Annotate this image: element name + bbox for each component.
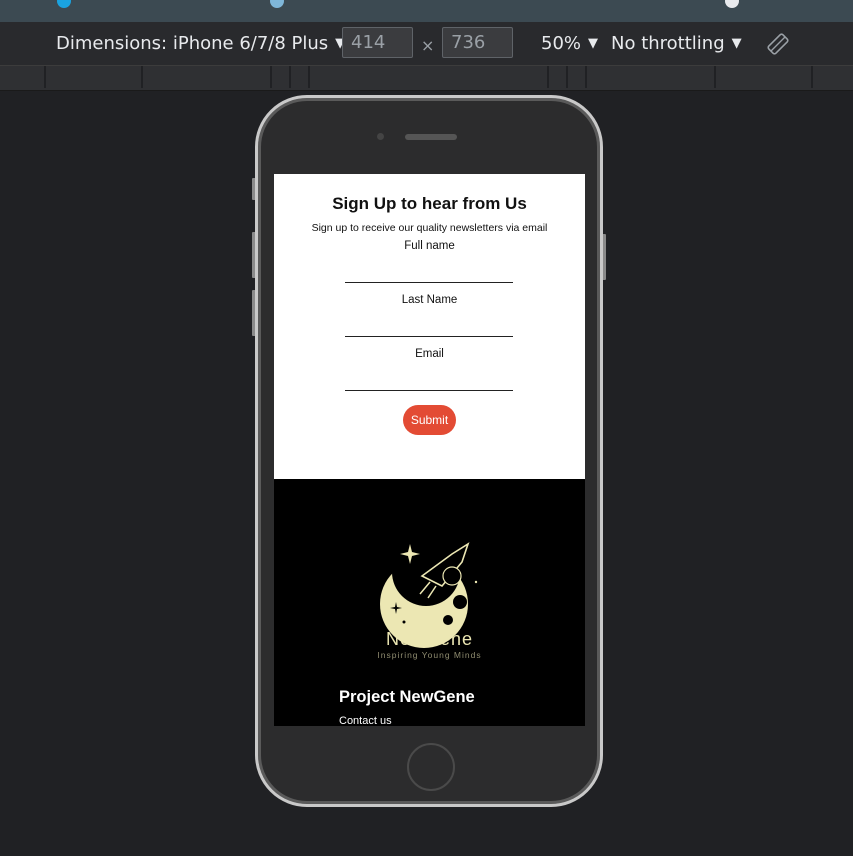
media-query-ruler[interactable] [0, 66, 853, 91]
signup-title: Sign Up to hear from Us [332, 194, 527, 213]
dimensions-dropdown[interactable]: Dimensions: iPhone 6/7/8 Plus ▼ [56, 22, 345, 65]
speaker-grille [405, 134, 457, 140]
chevron-down-icon: ▼ [588, 36, 599, 51]
logo-tagline: Inspiring Young Minds [377, 650, 482, 660]
device-toolbar: Dimensions: iPhone 6/7/8 Plus ▼ × 50% ▼ … [0, 22, 853, 66]
device-screen: Sign Up to hear from Us Sign up to recei… [274, 174, 585, 726]
full-name-label: Full name [404, 240, 455, 252]
full-name-input[interactable] [345, 267, 513, 283]
contact-us-link[interactable]: Contact us [339, 715, 392, 726]
footer: NewGene Inspiring Young Minds Project Ne… [274, 479, 585, 726]
last-name-input[interactable] [345, 321, 513, 337]
logo-name: NewGene [385, 629, 474, 649]
chevron-down-icon: ▼ [731, 36, 742, 51]
email-label: Email [415, 348, 444, 360]
globe-icon [270, 0, 284, 8]
dimensions-label: Dimensions: iPhone 6/7/8 Plus [56, 33, 329, 54]
submit-button[interactable]: Submit [403, 405, 456, 435]
width-input[interactable] [342, 27, 413, 58]
throttling-dropdown[interactable]: No throttling ▼ [611, 22, 742, 65]
throttling-label: No throttling [611, 33, 725, 54]
zoom-label: 50% [541, 33, 582, 54]
app-icon [57, 0, 71, 8]
profile-icon [725, 0, 739, 8]
zoom-dropdown[interactable]: 50% ▼ [541, 22, 598, 65]
home-button[interactable] [407, 743, 455, 791]
project-title: Project NewGene [339, 688, 475, 706]
times-symbol: × [421, 36, 435, 55]
camera-icon [377, 133, 384, 140]
browser-tab-strip [0, 0, 853, 22]
signup-section: Sign Up to hear from Us Sign up to recei… [274, 174, 585, 479]
rotate-icon[interactable] [766, 32, 790, 56]
email-input[interactable] [345, 375, 513, 391]
height-input[interactable] [442, 27, 513, 58]
signup-subtitle: Sign up to receive our quality newslette… [311, 222, 548, 234]
last-name-label: Last Name [401, 294, 458, 306]
